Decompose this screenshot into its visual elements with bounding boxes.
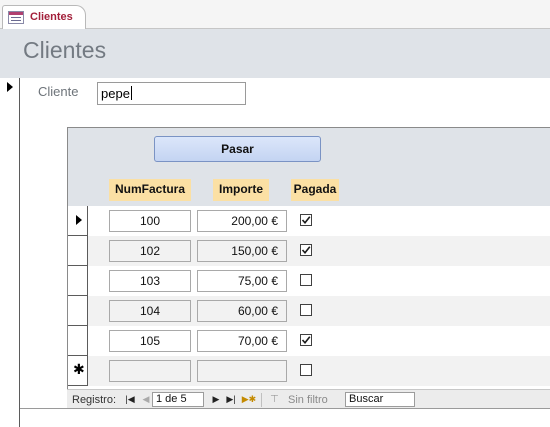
first-record-icon[interactable]: |◀ bbox=[125, 394, 135, 405]
current-record-arrow-icon bbox=[7, 82, 13, 92]
form-icon bbox=[8, 11, 24, 24]
filter-status-button[interactable]: Sin filtro bbox=[288, 394, 328, 406]
row-selector[interactable] bbox=[68, 296, 88, 326]
table-row: 105 70,00 € bbox=[68, 326, 550, 356]
row-selector[interactable] bbox=[68, 236, 88, 266]
nav-separator bbox=[261, 393, 262, 407]
column-header-pagada: Pagada bbox=[291, 179, 339, 201]
importe-field[interactable]: 70,00 € bbox=[197, 330, 287, 352]
registro-label: Registro: bbox=[72, 394, 117, 406]
cliente-input[interactable]: pepe bbox=[97, 82, 246, 105]
numfactura-field[interactable]: 104 bbox=[109, 300, 191, 322]
form-title: Clientes bbox=[23, 37, 107, 63]
pagada-checkbox[interactable] bbox=[300, 214, 312, 226]
form-bottom-border bbox=[20, 408, 550, 409]
importe-field[interactable]: 200,00 € bbox=[197, 210, 287, 232]
cliente-label: Cliente bbox=[38, 84, 79, 99]
current-record-icon bbox=[76, 215, 82, 225]
numfactura-field[interactable]: 102 bbox=[109, 240, 191, 262]
importe-field[interactable]: 75,00 € bbox=[197, 270, 287, 292]
record-navigation-bar: Registro: |◀ ◀ 1 de 5 ▶ ▶| ▶✱ ⊤ Sin filt… bbox=[67, 389, 550, 409]
numfactura-field[interactable] bbox=[109, 360, 191, 382]
table-row: 103 75,00 € bbox=[68, 266, 550, 296]
importe-field[interactable]: 150,00 € bbox=[197, 240, 287, 262]
pagada-checkbox[interactable] bbox=[300, 334, 312, 346]
tab-clientes[interactable]: Clientes bbox=[2, 5, 86, 30]
cliente-input-value: pepe bbox=[101, 86, 130, 101]
filter-icon: ⊤ bbox=[270, 394, 279, 405]
record-position-input[interactable]: 1 de 5 bbox=[152, 392, 204, 407]
new-record-row: ✱ bbox=[68, 356, 550, 386]
importe-field[interactable]: 60,00 € bbox=[197, 300, 287, 322]
document-tab-strip: Clientes bbox=[0, 0, 550, 30]
importe-field[interactable] bbox=[197, 360, 287, 382]
numfactura-field[interactable]: 105 bbox=[109, 330, 191, 352]
text-caret bbox=[130, 86, 132, 100]
form-header: Clientes bbox=[0, 29, 550, 78]
column-header-numfactura: NumFactura bbox=[109, 179, 191, 201]
numfactura-field[interactable]: 100 bbox=[109, 210, 191, 232]
check-icon bbox=[301, 246, 311, 255]
table-row: 104 60,00 € bbox=[68, 296, 550, 326]
row-selector[interactable] bbox=[68, 266, 88, 296]
row-selector[interactable] bbox=[68, 206, 88, 236]
table-row: 102 150,00 € bbox=[68, 236, 550, 266]
pagada-checkbox[interactable] bbox=[300, 274, 312, 286]
tab-label: Clientes bbox=[30, 11, 73, 23]
check-icon bbox=[301, 216, 311, 225]
table-row: 100 200,00 € bbox=[68, 206, 550, 236]
pasar-button[interactable]: Pasar bbox=[154, 136, 321, 162]
search-input[interactable]: Buscar bbox=[345, 392, 415, 407]
check-icon bbox=[301, 336, 311, 345]
subform-header: Pasar NumFactura Importe Pagada bbox=[68, 128, 550, 206]
new-record-icon[interactable]: ▶✱ bbox=[241, 394, 257, 405]
row-selector[interactable] bbox=[68, 326, 88, 356]
column-header-importe: Importe bbox=[213, 179, 269, 201]
pagada-checkbox[interactable] bbox=[300, 304, 312, 316]
facturas-subform: Pasar NumFactura Importe Pagada 100 200,… bbox=[67, 127, 550, 409]
record-selector-bar[interactable] bbox=[0, 78, 20, 427]
last-record-icon[interactable]: ▶| bbox=[226, 394, 236, 405]
next-record-icon[interactable]: ▶ bbox=[211, 394, 221, 405]
new-record-star-icon: ✱ bbox=[73, 361, 85, 377]
row-selector[interactable]: ✱ bbox=[68, 356, 88, 386]
pagada-checkbox[interactable] bbox=[300, 364, 312, 376]
prev-record-icon[interactable]: ◀ bbox=[141, 394, 151, 405]
pagada-checkbox[interactable] bbox=[300, 244, 312, 256]
numfactura-field[interactable]: 103 bbox=[109, 270, 191, 292]
